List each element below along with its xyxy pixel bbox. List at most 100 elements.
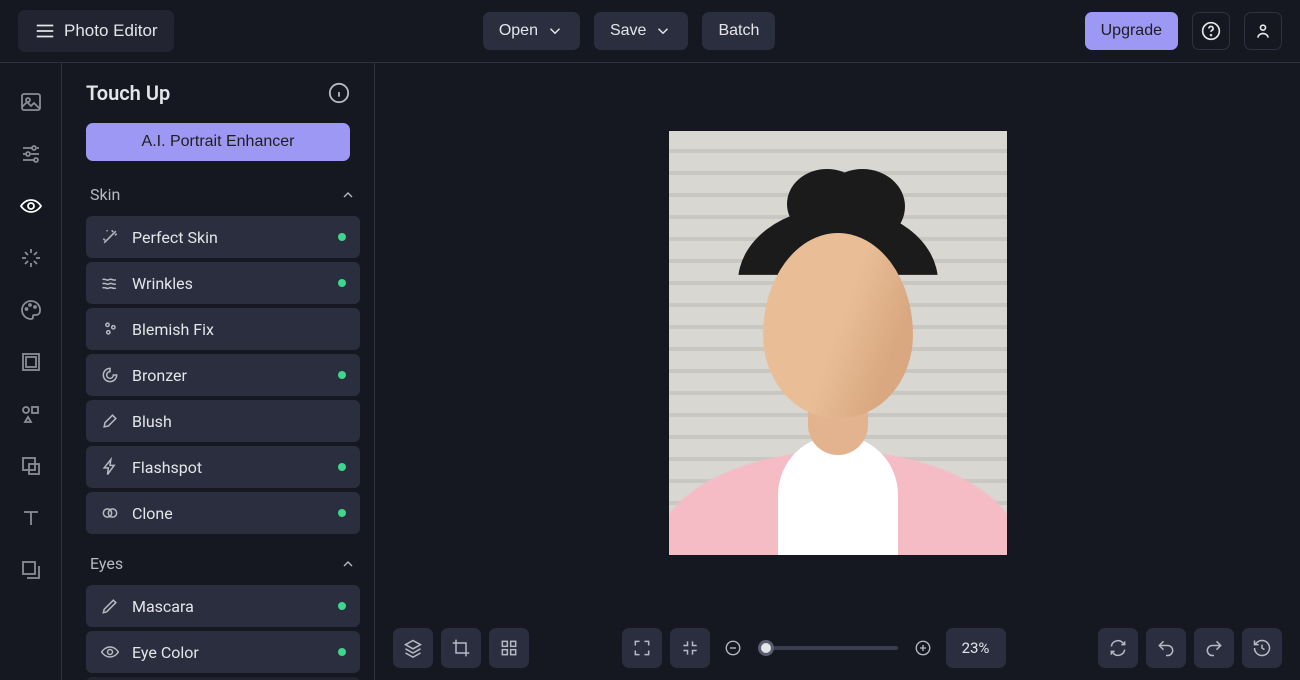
- active-indicator: [338, 509, 346, 517]
- group-header-eyes[interactable]: Eyes: [86, 546, 360, 581]
- chevron-up-icon: [340, 556, 356, 572]
- tool-label: Clone: [132, 504, 326, 523]
- help-icon: [1201, 21, 1221, 41]
- side-panel: Touch Up A.I. Portrait Enhancer Skin Per…: [62, 63, 375, 680]
- group-header-skin[interactable]: Skin: [86, 177, 360, 212]
- workspace: Touch Up A.I. Portrait Enhancer Skin Per…: [0, 63, 1300, 680]
- fit-screen-button[interactable]: [670, 628, 710, 668]
- tool-mascara[interactable]: Mascara: [86, 585, 360, 627]
- tool-bronzer[interactable]: Bronzer: [86, 354, 360, 396]
- panel-title: Touch Up: [86, 81, 170, 105]
- tool-label: Wrinkles: [132, 274, 326, 293]
- bottom-bar: 23%: [375, 622, 1300, 680]
- hamburger-icon: [34, 20, 56, 42]
- ai-portrait-enhancer-button[interactable]: A.I. Portrait Enhancer: [86, 123, 350, 161]
- maximize-icon: [632, 638, 652, 658]
- open-button[interactable]: Open: [483, 12, 580, 50]
- tool-label: Blemish Fix: [132, 320, 346, 339]
- group-label: Skin: [90, 185, 120, 204]
- brush-icon: [100, 411, 120, 431]
- eye-icon: [19, 194, 43, 218]
- undo-button[interactable]: [1146, 628, 1186, 668]
- image-icon: [19, 90, 43, 114]
- layers-button[interactable]: [393, 628, 433, 668]
- group-label: Eyes: [90, 554, 123, 573]
- tool-label: Flashspot: [132, 458, 326, 477]
- tool-blush[interactable]: Blush: [86, 400, 360, 442]
- upgrade-label: Upgrade: [1101, 22, 1162, 40]
- user-icon: [1253, 21, 1273, 41]
- rail-artsy[interactable]: [16, 295, 46, 325]
- tool-perfect-skin[interactable]: Perfect Skin: [86, 216, 360, 258]
- app-title: Photo Editor: [64, 21, 158, 41]
- rail-frames[interactable]: [16, 347, 46, 377]
- tool-wrinkles[interactable]: Wrinkles: [86, 262, 360, 304]
- batch-label: Batch: [718, 22, 759, 40]
- palette-icon: [19, 298, 43, 322]
- crop-icon: [451, 638, 471, 658]
- layers-stack-icon: [403, 638, 423, 658]
- rail-sliders[interactable]: [16, 139, 46, 169]
- rail-textures[interactable]: [16, 555, 46, 585]
- active-indicator: [338, 463, 346, 471]
- redo-icon: [1204, 638, 1224, 658]
- open-label: Open: [499, 22, 538, 40]
- tool-blemish-fix[interactable]: Blemish Fix: [86, 308, 360, 350]
- rail-overlays[interactable]: [16, 451, 46, 481]
- zoom-out-button[interactable]: [718, 628, 748, 668]
- zoom-in-button[interactable]: [908, 628, 938, 668]
- refresh-icon: [1108, 638, 1128, 658]
- tool-label: Mascara: [132, 597, 326, 616]
- save-button[interactable]: Save: [594, 12, 688, 50]
- history-button[interactable]: [1242, 628, 1282, 668]
- fullscreen-button[interactable]: [622, 628, 662, 668]
- overlap-icon: [100, 503, 120, 523]
- chevron-up-icon: [340, 187, 356, 203]
- info-icon: [328, 82, 350, 104]
- crop-button[interactable]: [441, 628, 481, 668]
- info-button[interactable]: [328, 82, 350, 104]
- sliders-icon: [19, 142, 43, 166]
- canvas-viewport[interactable]: [375, 63, 1300, 622]
- panel-header: Touch Up: [86, 81, 374, 105]
- rail-image[interactable]: [16, 87, 46, 117]
- zoom-percent-display[interactable]: 23%: [946, 628, 1006, 668]
- bolt-icon: [100, 457, 120, 477]
- grid-button[interactable]: [489, 628, 529, 668]
- active-indicator: [338, 371, 346, 379]
- rail-effects[interactable]: [16, 243, 46, 273]
- tool-label: Bronzer: [132, 366, 326, 385]
- panel-scroll[interactable]: Skin Perfect Skin Wrinkles Blemish Fix B…: [86, 177, 374, 680]
- history-icon: [1252, 638, 1272, 658]
- compare-button[interactable]: [1098, 628, 1138, 668]
- app-brand-button[interactable]: Photo Editor: [18, 10, 174, 52]
- tool-clone[interactable]: Clone: [86, 492, 360, 534]
- zoom-slider-track[interactable]: [758, 646, 898, 650]
- chevron-down-icon: [654, 22, 672, 40]
- tool-flashspot[interactable]: Flashspot: [86, 446, 360, 488]
- sparkle-icon: [19, 246, 43, 270]
- chevron-down-icon: [546, 22, 564, 40]
- tool-label: Eye Color: [132, 643, 326, 662]
- eye-icon: [100, 642, 120, 662]
- photo-preview[interactable]: [669, 131, 1007, 555]
- zoom-slider-thumb[interactable]: [758, 640, 774, 656]
- help-button[interactable]: [1192, 12, 1230, 50]
- undo-icon: [1156, 638, 1176, 658]
- rail-text[interactable]: [16, 503, 46, 533]
- shapes-icon: [19, 402, 43, 426]
- batch-button[interactable]: Batch: [702, 12, 775, 50]
- magic-wand-icon: [100, 227, 120, 247]
- active-indicator: [338, 279, 346, 287]
- account-button[interactable]: [1244, 12, 1282, 50]
- rail-graphics[interactable]: [16, 399, 46, 429]
- text-icon: [19, 506, 43, 530]
- tool-eye-color[interactable]: Eye Color: [86, 631, 360, 673]
- dots-circle-icon: [100, 319, 120, 339]
- upgrade-button[interactable]: Upgrade: [1085, 12, 1178, 50]
- pencil-icon: [100, 596, 120, 616]
- tool-rail: [0, 63, 62, 680]
- redo-button[interactable]: [1194, 628, 1234, 668]
- tool-label: Blush: [132, 412, 346, 431]
- rail-touch-up[interactable]: [16, 191, 46, 221]
